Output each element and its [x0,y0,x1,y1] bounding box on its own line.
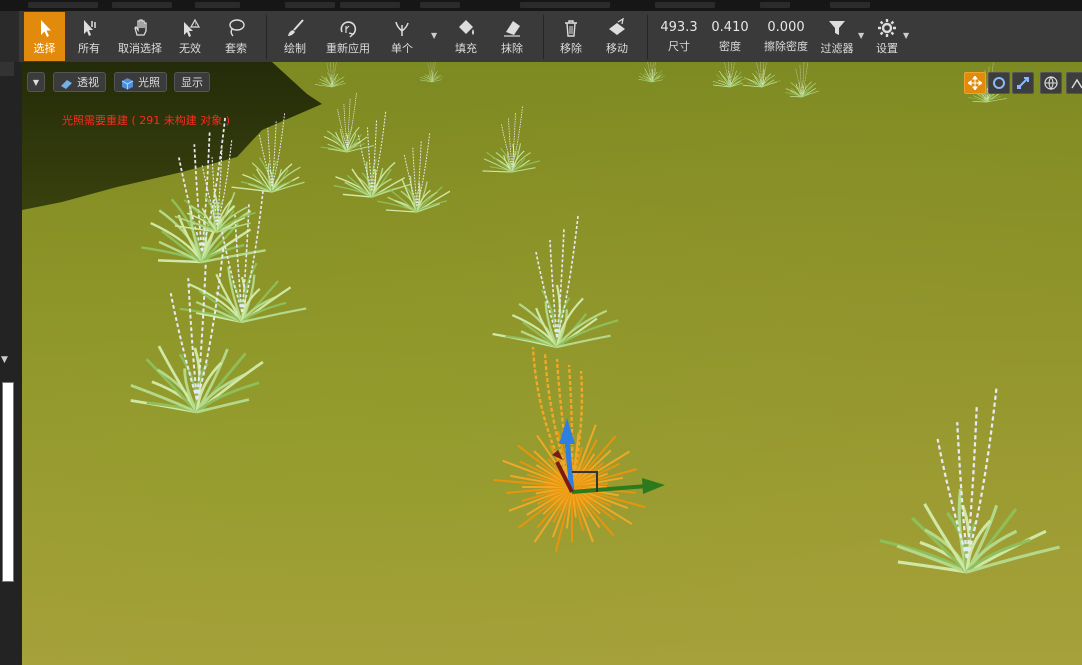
transform-gizmo[interactable] [552,418,665,494]
lasso-button[interactable]: 套索 [216,12,256,61]
rotate-icon [993,77,1005,89]
size-field[interactable]: 493.3 尺寸 [657,12,701,61]
grass-clump [879,388,1060,574]
move-icon [609,17,625,35]
menu-strip [0,0,1082,11]
rotate-mode-button[interactable] [988,72,1010,94]
grass-blade [972,101,988,103]
grass-blade [482,170,513,173]
gear-icon [878,19,896,37]
select-all-button[interactable]: 所有 [70,12,108,61]
single-plant-icon [395,21,409,36]
single-button[interactable]: 单个 [382,12,422,61]
hand-icon [134,19,147,36]
flower-stalk [965,405,978,559]
grass-clump [638,62,665,83]
translate-mode-button[interactable] [964,72,986,94]
grass-clump [492,215,619,349]
show-button[interactable]: 显示 [174,72,210,92]
svg-text:!: ! [194,22,196,28]
select-button[interactable]: 选择 [24,12,65,61]
grass-clump [320,93,375,153]
toolbar-divider [266,15,267,59]
lighting-rebuild-warning: 光照需要重建 ( 291 未构建 对象 ) [62,114,231,127]
perspective-button[interactable]: 透视 [53,72,106,92]
snap-icon [1071,78,1082,89]
level-viewport[interactable]: ▼ 透视 光照 显示 光照需要重建 ( 291 未构建 对象 ) [22,62,1082,665]
vertical-scrollbar[interactable] [2,382,14,582]
left-panel: ▼ [0,62,22,665]
toolbar-left-gutter [0,11,19,62]
eraser-icon [504,21,520,37]
erase-density-field[interactable]: 0.000 擦除密度 [759,12,813,61]
grass-scene [22,62,1060,574]
foliage-toolbar: 选择 所有 取消选择 ! 无效 套索 绘制 重新应用 单个 ▼ 填充 抹除 移除… [0,11,1082,63]
viewport-options-button[interactable]: ▼ [27,72,45,92]
flower-stalk [196,263,207,400]
flower-stalk [346,98,351,148]
deselect-button[interactable]: 取消选择 [112,12,168,61]
settings-dropdown-arrow[interactable]: ▼ [903,31,909,40]
invalid-button[interactable]: ! 无效 [172,12,208,61]
grass-clump [130,248,264,414]
grass-clump [482,106,540,173]
flower-stalk [371,111,387,191]
collapse-icon[interactable]: ▼ [1,355,8,365]
perspective-icon [61,79,72,89]
fill-icon [459,20,474,35]
scale-mode-button[interactable] [1012,72,1034,94]
cursor-icon [40,20,51,37]
lasso-icon [229,19,245,37]
select-all-icon [84,20,96,36]
move-button[interactable]: 移动 [598,12,636,61]
lit-cube-icon [121,77,134,89]
settings-button[interactable]: 设置 [869,12,905,61]
toolbar-divider [647,15,648,59]
flower-stalk [271,120,277,187]
grass-clump [742,62,781,88]
filter-icon [829,21,845,35]
brush-icon [288,19,304,36]
remove-button[interactable]: 移除 [552,12,590,61]
surface-snap-button[interactable] [1066,72,1082,94]
world-space-button[interactable] [1040,72,1062,94]
lighting-button[interactable]: 光照 [114,72,167,92]
fill-button[interactable]: 填充 [446,12,486,61]
toolbar-divider [543,15,544,59]
reapply-icon [340,21,357,38]
reapply-button[interactable]: 重新应用 [320,12,376,61]
single-dropdown-arrow[interactable]: ▼ [431,31,437,40]
grass-clump [314,62,346,88]
filter-button[interactable]: 过滤器 [816,12,858,61]
trash-icon [565,20,577,37]
paint-button[interactable]: 绘制 [276,12,314,61]
scale-icon [1017,77,1029,89]
grass-clump [712,62,746,88]
filter-dropdown-arrow[interactable]: ▼ [858,31,864,40]
density-field[interactable]: 0.410 密度 [708,12,752,61]
invalid-icon: ! [184,18,201,37]
erase-button[interactable]: 抹除 [492,12,532,61]
globe-icon [1044,76,1058,90]
translate-icon [968,76,982,90]
grass-clump [785,62,819,98]
panel-corner [0,62,14,76]
grass-clump [419,62,444,83]
